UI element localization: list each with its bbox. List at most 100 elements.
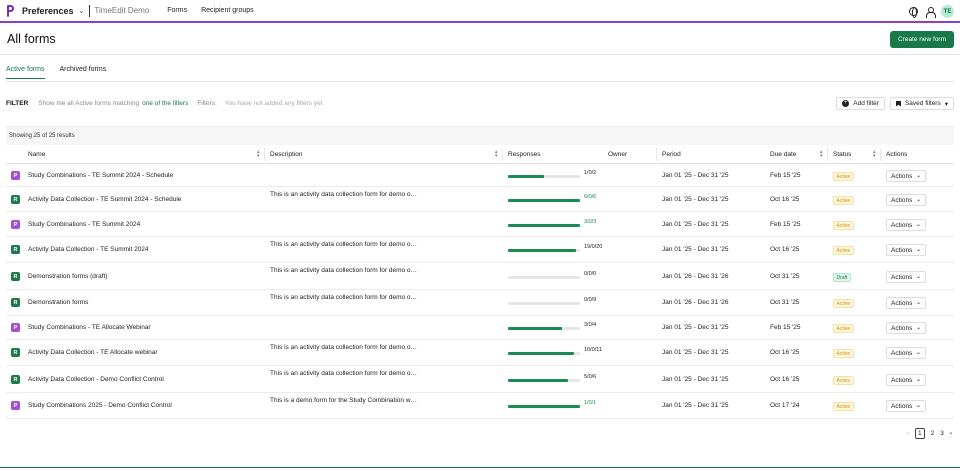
tab-active-forms[interactable]: Active forms [6, 66, 45, 79]
actions-label: Actions [891, 196, 913, 204]
add-filter-label: Add filter [853, 100, 879, 107]
row-actions-button[interactable]: Actions ⌄ [886, 194, 926, 206]
chevron-down-icon: ⌄ [915, 350, 921, 356]
page-3[interactable]: 3 [940, 430, 944, 437]
row-actions-button[interactable]: Actions ⌄ [886, 347, 926, 359]
results-count: Showing 25 of 25 results [9, 133, 75, 139]
column-header-responses[interactable]: Responses [508, 151, 541, 158]
page-2[interactable]: 2 [931, 430, 935, 437]
user-icon[interactable] [925, 6, 936, 18]
column-separator[interactable] [656, 148, 657, 161]
form-name[interactable]: Study Combinations - TE Summit 2024 - Sc… [28, 172, 173, 179]
form-name[interactable]: Activity Data Collection - TE Allocate w… [28, 349, 158, 356]
sort-due-date-icon[interactable]: ▲ ▼ [819, 149, 823, 158]
tab-archived-forms[interactable]: Archived forms [60, 66, 107, 79]
row-actions-button[interactable]: Actions ⌄ [886, 400, 926, 412]
table-header: Name ▲ ▼ Description ▲ ▼ Responses Owner P… [6, 145, 954, 164]
form-name[interactable]: Activity Data Collection - Demo Conflict… [28, 376, 164, 383]
status-badge: Active [833, 196, 854, 205]
column-header-due-date[interactable]: Due date [770, 151, 796, 158]
column-separator[interactable] [827, 148, 828, 161]
chevron-down-icon: ⌄ [915, 274, 921, 280]
add-filter-button[interactable]: + Add filter [836, 97, 885, 110]
filter-prefix-text: Show me all Active forms matching [38, 100, 140, 107]
organization-name: TimeEdit Demo [94, 6, 150, 15]
filter-buttons: + Add filter Saved filters ▾ [836, 97, 954, 110]
column-separator[interactable] [264, 148, 265, 161]
column-header-description[interactable]: Description [270, 151, 303, 158]
row-actions-button[interactable]: Actions ⌄ [886, 322, 926, 334]
table-row[interactable]: P Study Combinations - TE Summit 2024 3/0/… [6, 212, 954, 237]
row-actions-button[interactable]: Actions ⌄ [886, 374, 926, 386]
table-row[interactable]: R Activity Data Collection - TE Summit 20… [6, 187, 954, 212]
actions-label: Actions [891, 324, 913, 332]
status-badge: Active [833, 172, 854, 181]
chevron-down-icon: ⌄ [915, 403, 921, 409]
app-switcher-label[interactable]: Preferences [22, 6, 74, 16]
bookmark-icon [895, 100, 901, 107]
form-name[interactable]: Study Combinations - TE Allocate Webinar [28, 324, 151, 331]
avatar[interactable]: TE [941, 5, 954, 18]
globe-icon[interactable] [909, 7, 918, 18]
form-description: This is an activity data collection form… [270, 191, 418, 198]
row-actions-button[interactable]: Actions ⌄ [886, 244, 926, 256]
table-row[interactable]: P Study Combinations - TE Allocate Webina… [6, 316, 954, 340]
sort-status-icon[interactable]: ▲ ▼ [872, 149, 876, 158]
nav-recipient-groups[interactable]: Recipient groups [201, 7, 254, 14]
column-separator[interactable] [880, 148, 881, 161]
form-name[interactable]: Demonstration forms [28, 299, 88, 306]
column-separator[interactable] [502, 148, 503, 161]
saved-filters-button[interactable]: Saved filters ▾ [889, 97, 954, 110]
table-row[interactable]: P Study Combinations 2025 - Demo Conflict… [6, 393, 954, 419]
status-badge: Active [833, 324, 854, 333]
table-row[interactable]: R Activity Data Collection - TE Summit 20… [6, 237, 954, 263]
sort-description-icon[interactable]: ▲ ▼ [494, 149, 498, 158]
create-new-form-button[interactable]: Create new form [890, 31, 954, 48]
next-page-icon[interactable]: › [950, 430, 952, 437]
status-badge: Active [833, 376, 854, 385]
prev-page-icon[interactable]: ‹ [907, 430, 909, 437]
chevron-down-icon: ⌄ [915, 377, 921, 383]
form-due-date: Feb 15 '25 [770, 324, 801, 331]
form-name[interactable]: Demonstration forms (draft) [28, 273, 107, 280]
table-row[interactable]: P Study Combinations - TE Summit 2024 - S… [6, 164, 954, 187]
status-badge: Active [833, 246, 854, 255]
form-due-date: Oct 17 '24 [770, 402, 800, 409]
table-row[interactable]: R Demonstration forms This is an activity … [6, 290, 954, 316]
column-header-status[interactable]: Status [833, 151, 851, 158]
actions-label: Actions [891, 402, 913, 410]
column-header-period[interactable]: Period [662, 151, 681, 158]
form-period: Jan 01 '25 - Dec 31 '25 [662, 196, 729, 203]
form-name[interactable]: Study Combinations - TE Summit 2024 [28, 221, 140, 228]
form-type-badge: R [11, 298, 20, 307]
bottom-border [0, 467, 960, 471]
table-row[interactable]: R Activity Data Collection - TE Allocate … [6, 340, 954, 366]
form-name[interactable]: Study Combinations 2025 - Demo Conflict … [28, 402, 172, 409]
row-actions-button[interactable]: Actions ⌄ [886, 297, 926, 309]
table-row[interactable]: R Activity Data Collection - Demo Conflic… [6, 366, 954, 393]
form-type-badge: R [11, 245, 20, 254]
chevron-down-icon[interactable]: ⌄ [79, 7, 85, 15]
row-actions-button[interactable]: Actions ⌄ [886, 271, 926, 283]
form-period: Jan 01 '25 - Dec 31 '25 [662, 376, 729, 383]
response-progress-bar [508, 276, 580, 279]
column-header-name[interactable]: Name [28, 151, 45, 158]
response-count: 6/0/6 [584, 194, 597, 200]
row-actions-button[interactable]: Actions ⌄ [886, 219, 926, 231]
table-row[interactable]: R Demonstration forms (draft) This is an a… [6, 263, 954, 290]
filter-label: FILTER [6, 100, 29, 107]
nav-forms[interactable]: Forms [167, 7, 187, 14]
form-name[interactable]: Activity Data Collection - TE Summit 202… [28, 196, 181, 203]
page-1[interactable]: 1 [914, 428, 925, 439]
form-name[interactable]: Activity Data Collection - TE Summit 202… [28, 246, 149, 253]
actions-label: Actions [891, 172, 913, 180]
form-type-badge: P [11, 401, 20, 410]
response-progress-bar [508, 249, 580, 252]
match-mode-link[interactable]: one of the filters [142, 100, 188, 107]
row-actions-button[interactable]: Actions ⌄ [886, 170, 926, 182]
app-logo-icon[interactable] [7, 4, 14, 17]
column-header-owner[interactable]: Owner [608, 151, 627, 158]
header-divider [0, 54, 960, 55]
sort-name-icon[interactable]: ▲ ▼ [256, 149, 260, 158]
response-progress-bar [508, 302, 580, 305]
